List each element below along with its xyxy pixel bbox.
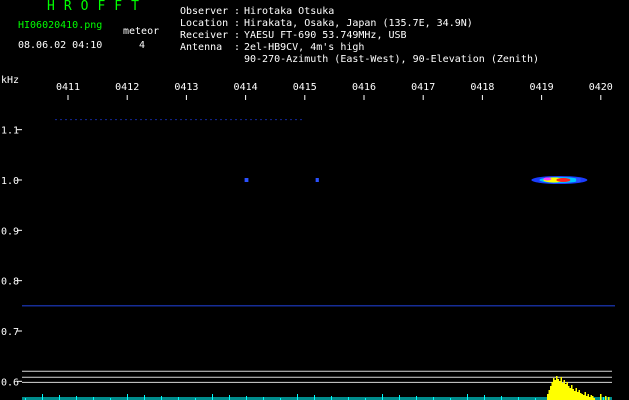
activity-bar — [416, 396, 417, 400]
x-tick-label: 0416 — [352, 82, 376, 93]
activity-bar-peak — [574, 391, 576, 400]
y-axis-label: kHz — [1, 75, 19, 86]
x-tick-label: 0419 — [530, 82, 554, 93]
activity-bar — [246, 396, 247, 400]
activity-bar-peak — [565, 384, 567, 400]
y-tick-label: 1.0 — [1, 176, 19, 187]
activity-bar — [229, 395, 230, 400]
activity-bar-peak — [547, 394, 549, 400]
activity-bar-peak — [590, 395, 592, 400]
activity-bar-peak — [559, 381, 561, 400]
activity-bar-peak — [583, 395, 585, 400]
x-tick-label: 0415 — [293, 82, 317, 93]
x-tick-label: 0412 — [115, 82, 139, 93]
activity-bar-peak — [586, 396, 588, 400]
x-tick-label: 0414 — [234, 82, 258, 93]
activity-bar — [42, 394, 43, 400]
y-tick-label: 0.8 — [1, 277, 19, 288]
activity-bar-peak — [587, 394, 589, 400]
activity-bar-peak — [553, 378, 555, 400]
activity-bar — [144, 395, 145, 400]
meteor-echo — [244, 178, 249, 182]
activity-bar-peak — [572, 389, 574, 400]
activity-bar — [212, 394, 213, 400]
x-tick-label: 0420 — [589, 82, 613, 93]
meteor-echo — [315, 178, 319, 182]
activity-bar-peak — [580, 393, 582, 400]
activity-bar — [467, 394, 468, 400]
activity-bar — [331, 396, 332, 400]
y-tick-label: 0.9 — [1, 226, 19, 237]
y-tick-label: 1.1 — [1, 126, 19, 137]
meteor-echo — [576, 178, 581, 182]
activity-bar-peak — [560, 377, 562, 400]
activity-bar — [127, 394, 128, 400]
x-tick-label: 0413 — [174, 82, 198, 93]
activity-bar-peak — [584, 392, 586, 400]
x-tick-label: 0411 — [56, 82, 80, 93]
activity-bar-peak — [562, 383, 564, 400]
activity-bar-peak — [605, 396, 607, 400]
activity-bar-peak — [563, 380, 565, 400]
activity-bar — [161, 396, 162, 400]
activity-bar-peak — [551, 382, 553, 400]
activity-bar — [501, 396, 502, 400]
x-tick-label: 0417 — [411, 82, 435, 93]
activity-bar-peak — [571, 385, 573, 400]
activity-bar-peak — [592, 396, 594, 400]
activity-bar — [59, 395, 60, 400]
activity-bar-peak — [568, 386, 570, 400]
meteor-echo-peak — [543, 177, 552, 181]
meteor-echo-peak — [556, 178, 571, 182]
y-tick-label: 0.6 — [1, 377, 19, 388]
activity-bar-peak — [557, 379, 559, 400]
activity-bar-peak — [578, 390, 580, 400]
activity-bar — [76, 396, 77, 400]
activity-bar-peak — [566, 382, 568, 400]
activity-bar-peak — [575, 388, 577, 400]
activity-bar-peak — [550, 386, 552, 400]
activity-bar-peak — [600, 394, 602, 400]
activity-bar-peak — [556, 376, 558, 400]
activity-bar — [314, 395, 315, 400]
x-tick-label: 0418 — [470, 82, 494, 93]
activity-bar — [484, 395, 485, 400]
activity-bar — [297, 394, 298, 400]
activity-bar-peak — [581, 394, 583, 400]
spectrogram-chart: kHz 0411 0412 0413 0414 0415 0416 0417 0418 0419… — [1, 75, 615, 400]
activity-bar — [382, 394, 383, 400]
y-tick-label: 0.7 — [1, 327, 19, 338]
activity-bar-peak — [569, 388, 571, 400]
activity-bar-peak — [577, 392, 579, 400]
activity-bar-peak — [554, 380, 556, 400]
activity-bar-peak — [548, 390, 550, 400]
activity-bar — [399, 395, 400, 400]
